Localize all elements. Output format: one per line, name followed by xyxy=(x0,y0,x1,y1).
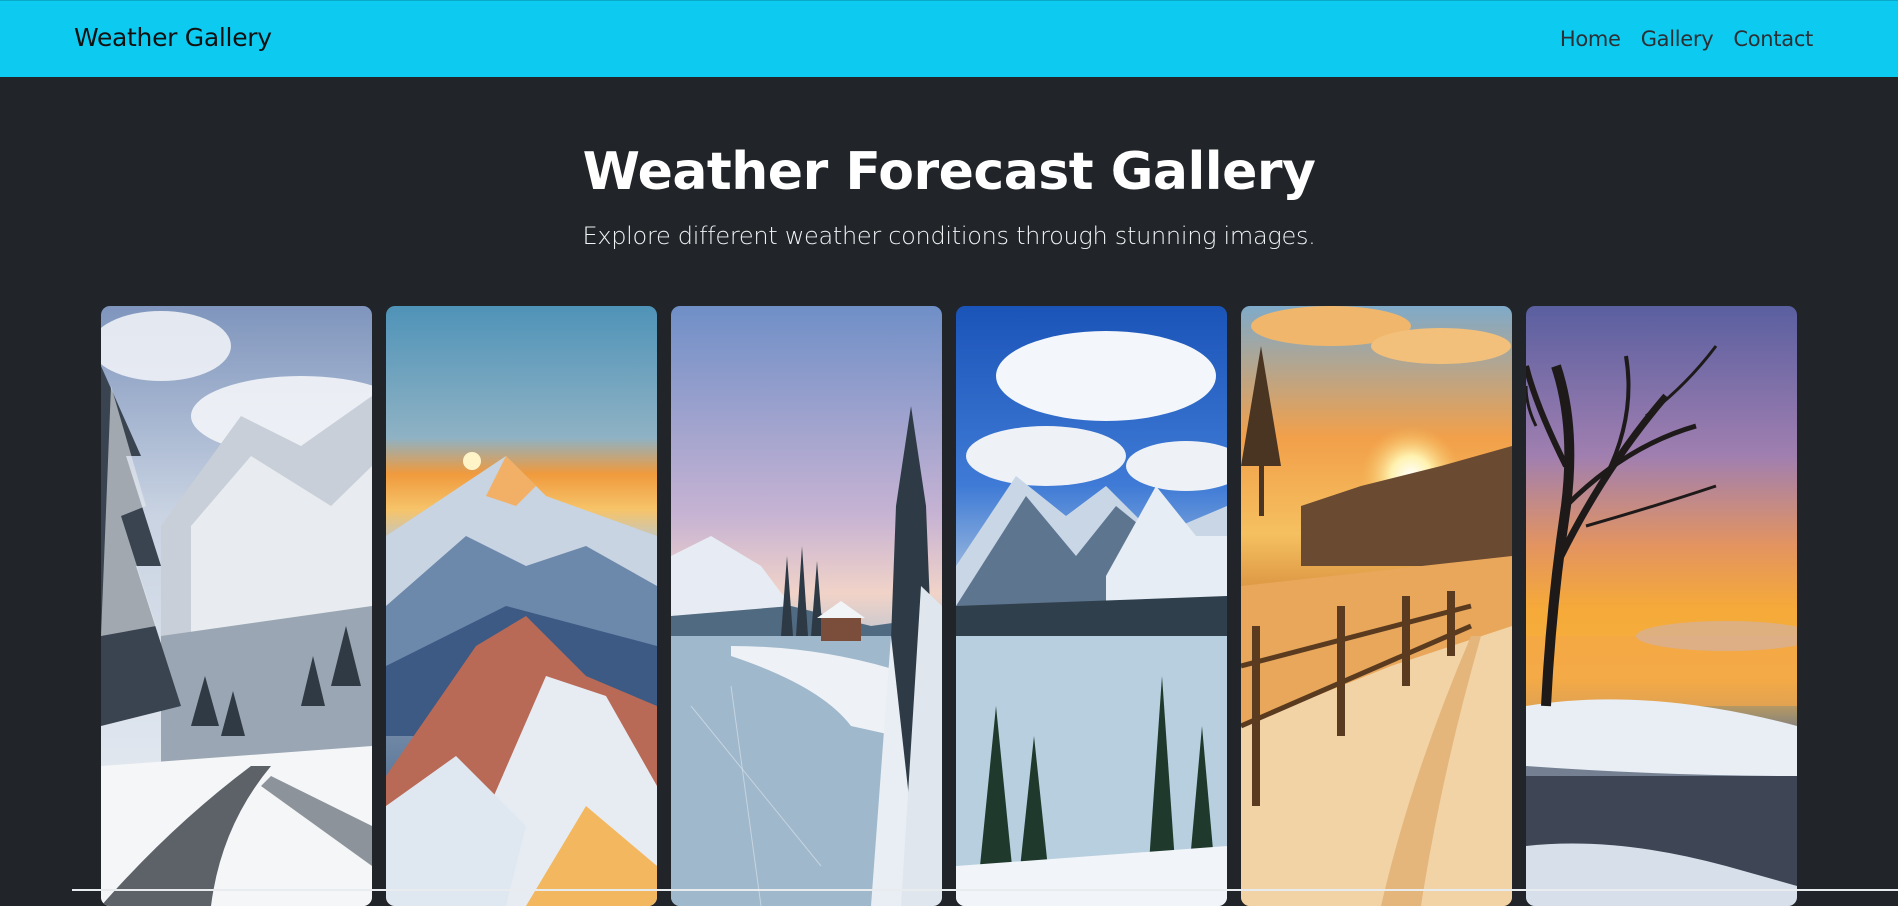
page-title: Weather Forecast Gallery xyxy=(582,142,1316,202)
image-gallery xyxy=(101,306,1797,906)
nav-links: Home Gallery Contact xyxy=(1560,27,1813,51)
nav-link-gallery[interactable]: Gallery xyxy=(1641,27,1714,51)
tree-silhouette-sunset-image xyxy=(1526,306,1797,906)
snowy-mountain-road-image xyxy=(101,306,372,906)
gallery-image-tree-silhouette-sunset[interactable] xyxy=(1526,306,1797,906)
sunset-snowy-fence-image xyxy=(1241,306,1512,906)
frozen-lake-cabin-image xyxy=(671,306,942,906)
brand-link[interactable]: Weather Gallery xyxy=(74,23,272,52)
nav-link-contact[interactable]: Contact xyxy=(1733,27,1813,51)
gallery-image-frozen-lake-blue-sky[interactable] xyxy=(956,306,1227,906)
gallery-image-snowy-mountain-road[interactable] xyxy=(101,306,372,906)
page-subtitle: Explore different weather conditions thr… xyxy=(582,222,1316,250)
gallery-image-sunrise-snowy-peaks[interactable] xyxy=(386,306,657,906)
nav-link-home[interactable]: Home xyxy=(1560,27,1621,51)
navbar: Weather Gallery Home Gallery Contact xyxy=(0,0,1898,77)
gallery-image-frozen-lake-cabin[interactable] xyxy=(671,306,942,906)
sunrise-snowy-peaks-image xyxy=(386,306,657,906)
gallery-image-sunset-snowy-fence[interactable] xyxy=(1241,306,1512,906)
frozen-lake-blue-sky-image xyxy=(956,306,1227,906)
